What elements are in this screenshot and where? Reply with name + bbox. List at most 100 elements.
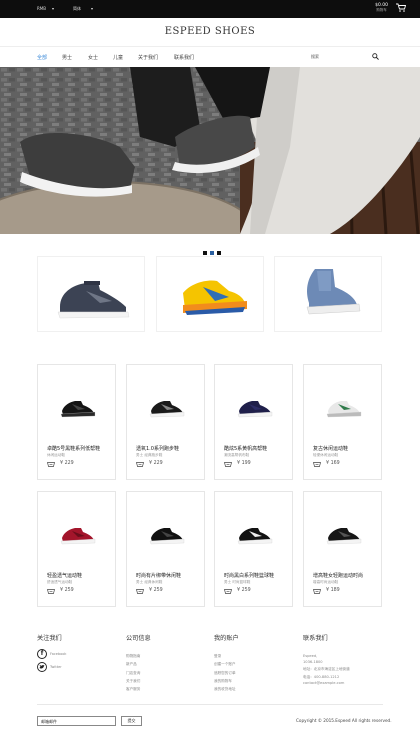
product-card[interactable]: 透氧1.0系列跑步鞋 男士 经典跑步鞋 ¥ 229 <box>126 364 205 480</box>
nav-item-all[interactable]: 全部 <box>37 54 47 61</box>
footer-link[interactable]: 登录 <box>214 652 239 660</box>
product-card[interactable]: 增高鞋女轻跑运动时尚 增高时尚运动鞋 ¥ 189 <box>303 491 382 607</box>
facebook-icon[interactable]: f <box>37 649 47 659</box>
featured-product-1[interactable] <box>37 256 145 332</box>
nav-item-men[interactable]: 男士 <box>62 54 72 61</box>
footer-contact: 联系我们 Espeed, 1036-1800 地址：北京市海淀区上地街道 电话：… <box>303 633 350 687</box>
featured-product-3[interactable] <box>274 256 382 332</box>
price-tag-icon <box>136 462 144 467</box>
footer-link[interactable]: 门店查询 <box>126 669 151 677</box>
product-image[interactable] <box>147 500 186 557</box>
product-name[interactable]: 透氧1.0系列跑步鞋 <box>136 445 179 452</box>
product-name[interactable]: 轻盈透气运动鞋 <box>47 572 82 579</box>
twitter-label[interactable]: Twitter <box>50 665 62 669</box>
price-value: 169 <box>330 461 340 466</box>
product-image[interactable] <box>147 373 186 430</box>
currency-select[interactable]: RMB ▾ <box>37 6 54 11</box>
footer-account: 我的账户 登录 创建一个账户 追踪您的订单 我的购物车 我的收货地址 <box>214 633 239 693</box>
product-subtitle: 男士 经典休闲鞋 <box>136 580 163 584</box>
product-name[interactable]: 酷炫5系黄帆高帮鞋 <box>224 445 267 452</box>
product-card[interactable]: 轻盈透气运动鞋 舒适透气运动鞋 ¥ 259 <box>37 491 116 607</box>
slider-dot[interactable] <box>203 251 207 255</box>
blue-highcut-image <box>306 269 361 315</box>
footer-link[interactable]: 我的购物车 <box>214 677 239 685</box>
product-name[interactable]: 复古休闲运动鞋 <box>313 445 348 452</box>
product-image[interactable] <box>58 500 97 557</box>
footer-company: 公司信息 购物指南 新产品 门店查询 关于我们 客户服务 <box>126 633 151 693</box>
nav-item-about[interactable]: 关于我们 <box>138 54 158 61</box>
footer-link[interactable]: 新产品 <box>126 660 151 668</box>
product-image[interactable] <box>235 500 274 557</box>
product-name[interactable]: 时尚有片绑带休闲鞋 <box>136 572 181 579</box>
footer-account-title: 我的账户 <box>214 635 239 642</box>
hero-image <box>0 67 420 234</box>
product-price: ¥ 259 <box>60 588 74 593</box>
navy-boot-image <box>57 281 130 319</box>
product-card[interactable]: 时尚黑白系列鞋篮球鞋 男士 时尚篮球鞋 ¥ 259 <box>214 491 293 607</box>
price-value: 259 <box>153 588 163 593</box>
footer-link[interactable]: 创建一个账户 <box>214 660 239 668</box>
cart-summary[interactable]: $0.00 购物车 <box>375 3 388 13</box>
price-value: 199 <box>241 461 251 466</box>
product-price: ¥ 259 <box>237 588 251 593</box>
price-tag-icon <box>47 462 55 467</box>
footer-link[interactable]: 追踪您的订单 <box>214 669 239 677</box>
footer-link[interactable]: 购物指南 <box>126 652 151 660</box>
product-card[interactable]: 卓酷5号黑鞋系列低帮鞋 休闲运动鞋 ¥ 229 <box>37 364 116 480</box>
product-name[interactable]: 增高鞋女轻跑运动时尚 <box>313 572 363 579</box>
search-icon[interactable] <box>372 53 379 60</box>
product-image[interactable] <box>324 373 363 430</box>
product-name[interactable]: 卓酷5号黑鞋系列低帮鞋 <box>47 445 100 452</box>
product-image[interactable] <box>235 373 274 430</box>
featured-product-2[interactable] <box>156 256 264 332</box>
site-logo[interactable]: ESPEED SHOES <box>0 26 420 37</box>
footer-divider <box>37 704 383 705</box>
footer-link[interactable]: 关于我们 <box>126 677 151 685</box>
footer-link[interactable]: 我的收货地址 <box>214 685 239 693</box>
kids-yellow-sneaker-image <box>183 280 247 315</box>
product-price: ¥ 189 <box>326 588 340 593</box>
email-field[interactable]: 邮箱邮件 <box>37 716 116 726</box>
product-name[interactable]: 时尚黑白系列鞋篮球鞋 <box>224 572 274 579</box>
currency-label: RMB <box>37 6 46 11</box>
product-subtitle: 男士 时尚篮球鞋 <box>224 580 251 584</box>
slider-dot[interactable] <box>217 251 221 255</box>
price-tag-icon <box>136 589 144 594</box>
twitter-icon[interactable] <box>37 662 47 672</box>
nav-item-contact[interactable]: 联系我们 <box>174 54 194 61</box>
footer-company-title: 公司信息 <box>126 635 151 642</box>
price-tag-icon <box>313 589 321 594</box>
copyright-text: Copyright © 2015.Espeed All rights reser… <box>296 718 392 723</box>
product-card[interactable]: 酷炫5系黄帆高帮鞋 潮流高帮帆布鞋 ¥ 199 <box>214 364 293 480</box>
product-card[interactable]: 时尚有片绑带休闲鞋 男士 经典休闲鞋 ¥ 259 <box>126 491 205 607</box>
product-price: ¥ 259 <box>149 588 163 593</box>
product-card[interactable]: 复古休闲运动鞋 轻便休闲运动鞋 ¥ 169 <box>303 364 382 480</box>
search-input[interactable]: 搜索 <box>311 54 319 60</box>
product-price: ¥ 169 <box>326 461 340 466</box>
contact-line: contact@example.com <box>303 681 345 686</box>
language-label: 简体 <box>73 6 81 11</box>
hero-banner[interactable] <box>0 67 420 234</box>
price-value: 229 <box>64 461 74 466</box>
chevron-down-icon: ▾ <box>51 6 54 11</box>
subscribe-button[interactable]: 提交 <box>121 716 142 726</box>
product-subtitle: 增高时尚运动鞋 <box>313 580 339 584</box>
price-tag-icon <box>224 589 232 594</box>
product-subtitle: 轻便休闲运动鞋 <box>313 453 339 457</box>
footer-link[interactable]: 客户服务 <box>126 685 151 693</box>
main-nav: 全部 男士 女士 儿童 关于我们 联系我们 搜索 <box>0 46 420 67</box>
product-subtitle: 男士 经典跑步鞋 <box>136 453 163 457</box>
language-select[interactable]: 简体 ▾ <box>73 6 93 12</box>
nav-item-women[interactable]: 女士 <box>88 54 98 61</box>
price-value: 259 <box>241 588 251 593</box>
product-subtitle: 舒适透气运动鞋 <box>47 580 73 584</box>
facebook-label[interactable]: Facebook <box>50 652 66 656</box>
slider-dot-active[interactable] <box>210 251 214 255</box>
product-image[interactable] <box>58 373 97 430</box>
product-image[interactable] <box>324 500 363 557</box>
cart-icon[interactable] <box>396 3 406 12</box>
price-tag-icon <box>313 462 321 467</box>
product-price: ¥ 199 <box>237 461 251 466</box>
product-price: ¥ 229 <box>60 461 74 466</box>
nav-item-kids[interactable]: 儿童 <box>113 54 123 61</box>
